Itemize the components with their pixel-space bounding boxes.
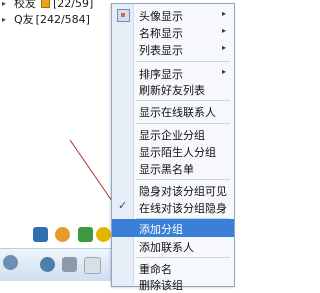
menu-item-label: 头像显示 xyxy=(139,10,183,23)
menu-item-label: 刷新好友列表 xyxy=(139,84,205,97)
menu-separator xyxy=(136,257,230,258)
menu-item-avatar-display[interactable]: 头像显示 ▸ xyxy=(112,7,234,23)
menu-item-sort-display[interactable]: 排序显示 ▸ xyxy=(112,65,234,81)
expand-arrow-icon[interactable]: ▸ xyxy=(2,15,12,24)
menu-item-show-online[interactable]: 显示在线联系人 xyxy=(112,103,234,119)
emoji-icon[interactable] xyxy=(96,227,111,242)
menu-separator xyxy=(136,123,230,124)
group-flag-icon xyxy=(41,0,50,8)
avatar-icon[interactable] xyxy=(3,255,18,270)
group-row-xiaoyou[interactable]: ▸ 校友 [22/59] xyxy=(0,0,93,11)
mail-icon[interactable] xyxy=(84,257,101,274)
group-count: [242/584] xyxy=(35,12,90,26)
menu-item-name-display[interactable]: 名称显示 ▸ xyxy=(112,24,234,40)
menu-item-list-display[interactable]: 列表显示 ▸ xyxy=(112,41,234,57)
group-name: Q友 xyxy=(14,13,34,26)
menu-item-rename[interactable]: 重命名 xyxy=(112,260,234,276)
menu-item-label: 删除该组 xyxy=(139,279,183,292)
menu-item-refresh-list[interactable]: 刷新好友列表 xyxy=(112,81,234,97)
menu-separator xyxy=(136,179,230,180)
submenu-arrow-icon: ▸ xyxy=(221,43,226,52)
menu-item-label: 排序显示 xyxy=(139,68,183,81)
expand-arrow-icon[interactable]: ▸ xyxy=(2,0,12,8)
submenu-arrow-icon: ▸ xyxy=(221,9,226,18)
menu-item-label: 显示黑名单 xyxy=(139,163,194,176)
menu-item-delete-group[interactable]: 删除该组 xyxy=(112,276,234,292)
menu-item-label: 在线对该分组隐身 xyxy=(139,202,227,215)
menu-item-show-enterprise[interactable]: 显示企业分组 xyxy=(112,126,234,142)
menu-item-label: 名称显示 xyxy=(139,27,183,40)
menu-item-label: 重命名 xyxy=(139,263,172,276)
menu-item-label: 添加分组 xyxy=(139,223,183,236)
menu-item-invisible-visible[interactable]: 隐身对该分组可见 xyxy=(112,182,234,198)
pet-icon[interactable] xyxy=(55,227,70,242)
avatar-display-icon xyxy=(117,9,130,22)
check-icon: ✓ xyxy=(118,199,128,212)
submenu-arrow-icon: ▸ xyxy=(221,67,226,76)
menu-item-online-hidden[interactable]: ✓ 在线对该分组隐身 xyxy=(112,199,234,215)
speaker-icon[interactable] xyxy=(62,257,77,272)
menu-separator xyxy=(136,100,230,101)
menu-item-label: 显示企业分组 xyxy=(139,129,205,142)
menu-item-label: 隐身对该分组可见 xyxy=(139,185,227,198)
context-menu: 头像显示 ▸ 名称显示 ▸ 列表显示 ▸ 排序显示 ▸ 刷新好友列表 显示在线联… xyxy=(111,3,235,292)
menu-item-label: 添加联系人 xyxy=(139,241,194,254)
menu-item-label: 列表显示 xyxy=(139,44,183,57)
shield-icon[interactable] xyxy=(78,227,93,242)
menu-item-show-blacklist[interactable]: 显示黑名单 xyxy=(112,160,234,176)
gear-icon[interactable] xyxy=(40,257,55,272)
menu-item-add-contact[interactable]: 添加联系人 xyxy=(112,238,234,254)
submenu-arrow-icon: ▸ xyxy=(221,26,226,35)
menu-item-label: 显示在线联系人 xyxy=(139,106,216,119)
group-row-qyou[interactable]: ▸ Q友 [242/584] xyxy=(0,11,90,27)
app-icon[interactable] xyxy=(33,227,48,242)
menu-item-show-strangers[interactable]: 显示陌生人分组 xyxy=(112,143,234,159)
menu-item-add-group[interactable]: 添加分组 xyxy=(112,219,234,237)
menu-item-label: 显示陌生人分组 xyxy=(139,146,216,159)
group-count: [22/59] xyxy=(53,0,94,10)
menu-separator xyxy=(136,61,230,62)
bottom-toolbar xyxy=(0,227,112,281)
group-name: 校友 xyxy=(14,0,36,10)
